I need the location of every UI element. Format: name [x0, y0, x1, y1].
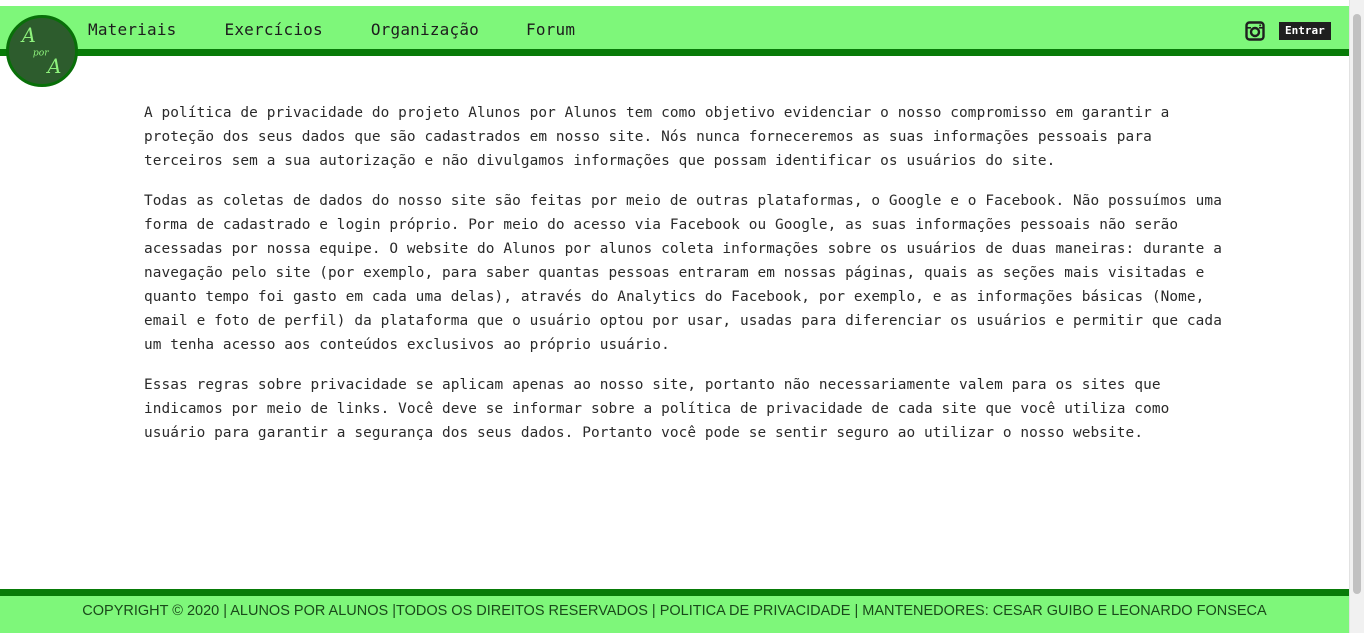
page: A por A Materiais Exercícios Organização… — [0, 0, 1349, 633]
login-button[interactable]: Entrar — [1279, 22, 1331, 40]
vertical-scrollbar[interactable] — [1349, 0, 1364, 633]
nav-item-forum[interactable]: Forum — [526, 20, 575, 39]
footer: COPYRIGHT © 2020 | ALUNOS POR ALUNOS |TO… — [0, 589, 1349, 633]
footer-copyright: COPYRIGHT © 2020 | ALUNOS POR ALUNOS |TO… — [82, 603, 1267, 619]
instagram-icon[interactable] — [1245, 21, 1265, 41]
main-nav: Materiais Exercícios Organização Forum — [88, 20, 575, 39]
nav-item-organizacao[interactable]: Organização — [371, 20, 479, 39]
logo-letter-bottom: A — [46, 55, 62, 78]
policy-paragraph: Essas regras sobre privacidade se aplica… — [144, 377, 1170, 441]
site-logo[interactable]: A por A — [6, 15, 78, 87]
policy-paragraph: A política de privacidade do projeto Alu… — [144, 105, 1170, 169]
nav-item-exercicios[interactable]: Exercícios — [225, 20, 323, 39]
privacy-policy-content: A política de privacidade do projeto Alu… — [144, 101, 1229, 461]
logo-letter-top: A — [20, 24, 36, 47]
nav-item-materiais[interactable]: Materiais — [88, 20, 177, 39]
scrollbar-thumb[interactable] — [1353, 14, 1361, 594]
policy-paragraph: Todas as coletas de dados do nosso site … — [144, 193, 1222, 353]
logo-mark: A por A — [20, 24, 62, 78]
